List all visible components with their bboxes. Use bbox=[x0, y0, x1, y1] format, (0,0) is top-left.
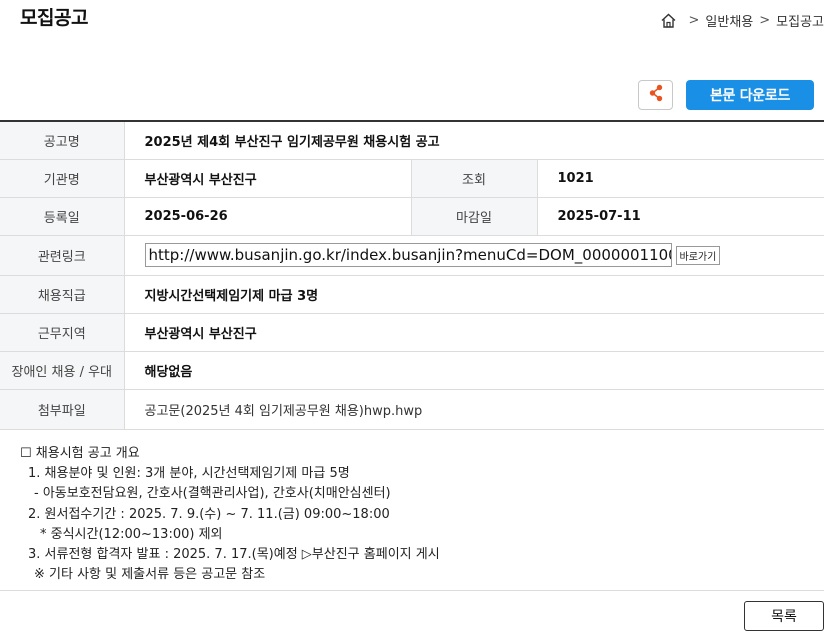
list-button[interactable]: 목록 bbox=[744, 601, 824, 631]
row-link: 관련링크 http://www.busanjin.go.kr/index.bus… bbox=[0, 235, 824, 276]
breadcrumb-separator: > bbox=[688, 13, 700, 28]
row-location: 근무지역 부산광역시 부산진구 bbox=[0, 313, 824, 352]
location-value: 부산광역시 부산진구 bbox=[124, 313, 824, 352]
row-agency: 기관명 부산광역시 부산진구 조회 1021 bbox=[0, 159, 824, 198]
summary-subline: * 중식시간(12:00~13:00) 제외 bbox=[40, 526, 223, 542]
page-title: 모집공고 bbox=[20, 7, 88, 29]
deadline-label: 마감일 bbox=[410, 197, 538, 236]
go-link-button[interactable]: 바로가기 bbox=[675, 245, 721, 265]
location-label: 근무지역 bbox=[0, 313, 125, 352]
related-link-field[interactable]: http://www.busanjin.go.kr/index.busanjin… bbox=[144, 243, 672, 267]
summary-line: 2. 원서접수기간 : 2025. 7. 9.(수) ~ 7. 11.(금) 0… bbox=[28, 506, 390, 522]
summary-line: 1. 채용분야 및 인원: 3개 분야, 시간선택제임기제 마급 5명 bbox=[28, 466, 350, 482]
summary-subline: - 아동보호전담요원, 간호사(결핵관리사업), 간호사(치매안심센터) bbox=[34, 486, 391, 502]
summary-line: 3. 서류전형 합격자 발표 : 2025. 7. 17.(목)예정 ▷부산진구… bbox=[28, 547, 440, 563]
deadline-value: 2025-07-11 bbox=[537, 197, 824, 236]
registered-value: 2025-06-26 bbox=[124, 197, 411, 236]
row-attachment: 첨부파일 공고문(2025년 4회 임기제공무원 채용)hwp.hwp bbox=[0, 389, 824, 430]
disability-value: 해당없음 bbox=[124, 351, 824, 390]
position-label: 채용직급 bbox=[0, 275, 125, 314]
link-cell: http://www.busanjin.go.kr/index.busanjin… bbox=[124, 235, 824, 276]
registered-label: 등록일 bbox=[0, 197, 125, 236]
breadcrumb-item-recruitment-notice[interactable]: 모집공고 bbox=[776, 11, 824, 30]
row-title: 공고명 2025년 제4회 부산진구 임기제공무원 채용시험 공고 bbox=[0, 121, 824, 160]
row-disability: 장애인 채용 / 우대 해당없음 bbox=[0, 351, 824, 390]
agency-value: 부산광역시 부산진구 bbox=[124, 159, 411, 198]
summary-heading: ☐ 채용시험 공고 개요 bbox=[20, 446, 140, 461]
views-label: 조회 bbox=[410, 159, 538, 198]
title-value: 2025년 제4회 부산진구 임기제공무원 채용시험 공고 bbox=[124, 121, 824, 160]
views-value: 1021 bbox=[537, 159, 824, 198]
position-value: 지방시간선택제임기제 마급 3명 bbox=[124, 275, 824, 314]
agency-label: 기관명 bbox=[0, 159, 125, 198]
share-button[interactable] bbox=[638, 80, 673, 110]
download-body-button[interactable]: 본문 다운로드 bbox=[686, 80, 814, 110]
row-position: 채용직급 지방시간선택제임기제 마급 3명 bbox=[0, 275, 824, 314]
summary-subline: ※ 기타 사항 및 제출서류 등은 공고문 참조 bbox=[34, 567, 266, 583]
home-icon[interactable] bbox=[660, 12, 677, 29]
share-icon bbox=[648, 84, 664, 106]
attachment-label: 첨부파일 bbox=[0, 389, 125, 430]
attachment-file-link[interactable]: 공고문(2025년 4회 임기제공무원 채용)hwp.hwp bbox=[124, 389, 824, 430]
content-divider bbox=[0, 590, 824, 591]
notice-summary: ☐ 채용시험 공고 개요 1. 채용분야 및 인원: 3개 분야, 시간선택제임… bbox=[20, 444, 440, 585]
breadcrumb-separator: > bbox=[759, 13, 771, 28]
disability-label: 장애인 채용 / 우대 bbox=[0, 351, 125, 390]
link-label: 관련링크 bbox=[0, 235, 125, 276]
row-dates: 등록일 2025-06-26 마감일 2025-07-11 bbox=[0, 197, 824, 236]
title-label: 공고명 bbox=[0, 121, 125, 160]
breadcrumb: > 일반채용 > 모집공고 bbox=[660, 11, 824, 30]
breadcrumb-item-general-recruitment[interactable]: 일반채용 bbox=[705, 11, 753, 30]
notice-info-table: 공고명 2025년 제4회 부산진구 임기제공무원 채용시험 공고 기관명 부산… bbox=[0, 120, 824, 430]
